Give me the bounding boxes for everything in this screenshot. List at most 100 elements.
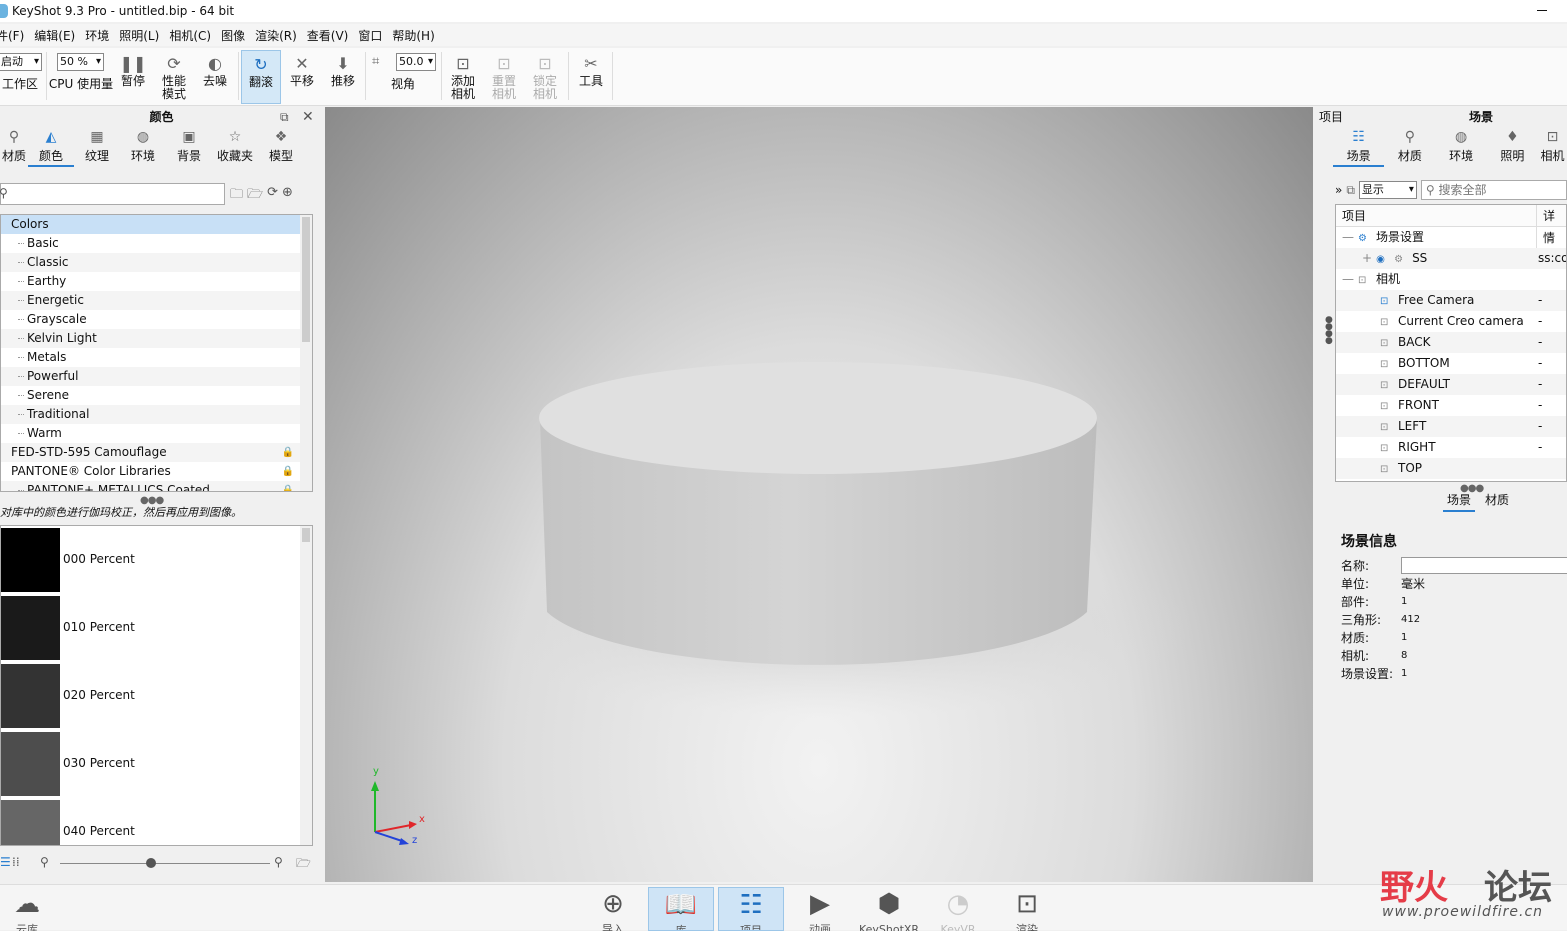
tab-environment[interactable]: ◍ 环境	[1436, 127, 1487, 167]
tree-item[interactable]: Basic	[1, 234, 312, 253]
render-viewport[interactable]: y x z	[325, 107, 1313, 882]
tree-row[interactable]: ⊡ Free Camera -	[1336, 290, 1566, 311]
tree-item[interactable]: Powerful	[1, 367, 312, 386]
menu-window[interactable]: 窗口	[353, 27, 387, 44]
list-view-icon[interactable]: ☰	[0, 855, 11, 869]
tree-row[interactable]: ⊡ BACK -	[1336, 332, 1566, 353]
expand-icon[interactable]: »	[1335, 183, 1342, 197]
add-camera-button[interactable]: ⊡ 添加 相机	[446, 50, 480, 104]
tree-item-library[interactable]: PANTONE+ METALLICS Coated 🔒	[1, 481, 312, 491]
list-item[interactable]: 010 Percent	[1, 594, 312, 662]
tree-item[interactable]: Classic	[1, 253, 312, 272]
menu-environment[interactable]: 环境	[80, 27, 114, 44]
slider-handle[interactable]	[146, 858, 156, 868]
folder-icon[interactable]: 🗁	[247, 185, 263, 207]
tab-models[interactable]: ❖ 模型	[258, 127, 304, 167]
minimize-icon[interactable]	[1537, 10, 1547, 11]
tree-row[interactable]: ⊡ TOP	[1336, 458, 1566, 479]
tree-item[interactable]: Energetic	[1, 291, 312, 310]
tree-item[interactable]: Warm	[1, 424, 312, 443]
pan-button[interactable]: ✕ 平移	[284, 50, 320, 104]
library-search-input[interactable]: ⚲	[0, 183, 225, 205]
menu-camera[interactable]: 相机(C)	[164, 27, 216, 44]
keyvr-button[interactable]: ◔ KeyVR	[925, 887, 991, 931]
tree-row[interactable]: ⊡ DEFAULT -	[1336, 374, 1566, 395]
list-item[interactable]: 030 Percent	[1, 730, 312, 798]
menu-view[interactable]: 查看(V)	[302, 27, 354, 44]
swatch-scrollbar[interactable]	[300, 526, 312, 845]
import-button[interactable]: ⊕ 导入	[580, 887, 646, 931]
cpu-usage-select[interactable]: 50 %	[57, 53, 104, 71]
tree-scrollbar[interactable]	[300, 215, 312, 491]
tree-row[interactable]: ⊡ FRONT -	[1336, 395, 1566, 416]
tree-item[interactable]: Earthy	[1, 272, 312, 291]
tree-row[interactable]: ⊡ RIGHT -	[1336, 437, 1566, 458]
tree-row[interactable]: ⊡ Current Creo camera -	[1336, 311, 1566, 332]
tab-material[interactable]: ⚲ 材质	[1384, 127, 1435, 167]
tab-scene[interactable]: ☷ 场景	[1333, 127, 1385, 167]
menu-edit[interactable]: 编辑(E)	[29, 27, 80, 44]
panel-resize-grip-icon[interactable]: ● ● ● ●	[1325, 316, 1333, 346]
tree-row-cameras[interactable]: — ⊡ 相机	[1336, 269, 1566, 290]
tree-row-scene-settings[interactable]: — ⚙ 场景设置	[1336, 227, 1566, 248]
list-item[interactable]: 020 Percent	[1, 662, 312, 730]
subtab-scene[interactable]: 场景	[1443, 491, 1476, 512]
tab-colors[interactable]: ◭ 颜色	[28, 127, 74, 167]
tree-row[interactable]: ⊡ LEFT -	[1336, 416, 1566, 437]
denoise-button[interactable]: ◐ 去噪	[198, 50, 232, 104]
cloud-library-button[interactable]: ☁ 云库	[0, 887, 60, 931]
scene-search-input[interactable]: ⚲ 搜索全部	[1420, 180, 1567, 200]
render-button[interactable]: ⊡ 渲染	[994, 887, 1060, 931]
tab-favorites[interactable]: ☆ 收藏夹	[212, 127, 258, 167]
thumbnail-size-slider[interactable]	[60, 863, 270, 864]
undock-icon[interactable]: ⧉	[280, 107, 289, 127]
scene-name-input[interactable]	[1401, 557, 1567, 574]
reset-camera-button[interactable]: ⊡ 重置 相机	[487, 50, 521, 104]
keyshotxr-button[interactable]: ⬢ KeyShotXR	[856, 887, 922, 931]
close-icon[interactable]: ✕	[302, 107, 314, 127]
tree-item[interactable]: Grayscale	[1, 310, 312, 329]
tab-camera[interactable]: ⊡ 相机	[1538, 127, 1567, 167]
pause-button[interactable]: ❚❚ 暂停	[116, 50, 150, 104]
tumble-button[interactable]: ↻ 翻滚	[241, 50, 281, 104]
grid-view-icon[interactable]: ⁞⁞	[12, 855, 20, 869]
display-filter-select[interactable]: 显示	[1358, 181, 1417, 199]
zoom-in-icon[interactable]: ⚲	[274, 855, 283, 869]
subtab-material[interactable]: 材质	[1481, 491, 1513, 512]
tab-materials[interactable]: ⚲ 材质	[0, 127, 28, 167]
tree-item-library[interactable]: FED-STD-595 Camouflage 🔒	[1, 443, 312, 462]
tab-environments[interactable]: ◍ 环境	[120, 127, 166, 167]
performance-mode-button[interactable]: ⟳ 性能 模式	[154, 50, 194, 104]
menu-file[interactable]: 件(F)	[0, 27, 29, 44]
menu-image[interactable]: 图像	[216, 27, 250, 44]
dolly-button[interactable]: ⬇ 推移	[325, 50, 361, 104]
tree-row-ss[interactable]: + ◉ ⚙ SS ss:co	[1336, 248, 1566, 269]
tab-backgrounds[interactable]: ▣ 背景	[166, 127, 212, 167]
list-item[interactable]: 040 Percent	[1, 798, 312, 845]
new-folder-icon[interactable]: 🗀	[230, 185, 243, 207]
visibility-eye-icon[interactable]: ◉	[1376, 249, 1388, 270]
tools-button[interactable]: ✂ 工具	[574, 50, 608, 104]
refresh-icon[interactable]: ⟳	[267, 185, 278, 207]
animation-button[interactable]: ▶ 动画	[787, 887, 853, 931]
lock-camera-button[interactable]: ⊡ 锁定 相机	[528, 50, 562, 104]
library-button[interactable]: 📖库	[648, 887, 714, 931]
menu-render[interactable]: 渲染(R)	[250, 27, 302, 44]
tree-item[interactable]: Kelvin Light	[1, 329, 312, 348]
tab-lighting[interactable]: ♦ 照明	[1487, 127, 1538, 167]
list-item[interactable]: 000 Percent	[1, 526, 312, 594]
tree-item-library[interactable]: PANTONE® Color Libraries 🔒	[1, 462, 312, 481]
menu-lighting[interactable]: 照明(L)	[114, 27, 164, 44]
project-button[interactable]: ☷项目	[718, 887, 784, 931]
folder-icon[interactable]: 🗁	[296, 854, 311, 875]
target-icon[interactable]: ⊕	[282, 185, 293, 207]
tree-item[interactable]: Serene	[1, 386, 312, 405]
menu-help[interactable]: 帮助(H)	[387, 27, 439, 44]
tree-row[interactable]: ⊡ BOTTOM -	[1336, 353, 1566, 374]
tree-item[interactable]: Traditional	[1, 405, 312, 424]
filter-icon[interactable]: ⧉	[1346, 183, 1355, 198]
zoom-out-icon[interactable]: ⚲	[40, 855, 49, 869]
tab-textures[interactable]: ▦ 纹理	[74, 127, 120, 167]
workspace-select[interactable]: 启动	[0, 53, 42, 71]
tree-item[interactable]: Metals	[1, 348, 312, 367]
